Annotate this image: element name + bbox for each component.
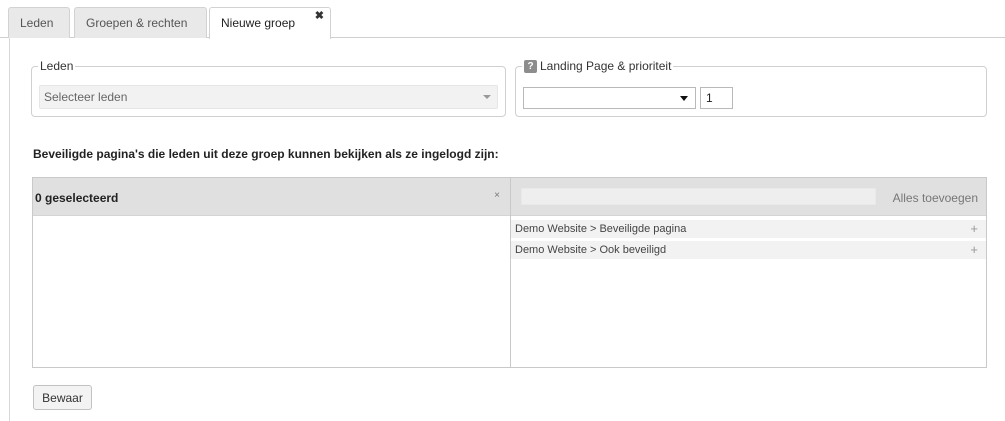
tab-groepen-rechten[interactable]: Groepen & rechten (74, 7, 207, 38)
tab-label: Leden (20, 16, 54, 30)
plus-icon[interactable]: + (970, 241, 978, 259)
list-item-label: Demo Website > Ook beveiligd (515, 244, 667, 256)
available-header: Alles toevoegen (511, 178, 986, 216)
list-item-label: Demo Website > Beveiligde pagina (515, 223, 687, 235)
secure-pages-title: Beveiligde pagina's die leden uit deze g… (33, 147, 499, 161)
landing-legend: ? Landing Page & prioriteit (522, 59, 674, 73)
available-list: Demo Website > Beveiligde pagina + Demo … (511, 217, 986, 259)
tab-nieuwe-groep[interactable]: Nieuwe groep ✖ (209, 7, 331, 39)
tab-leden[interactable]: Leden (8, 7, 70, 38)
dropdown-arrow-icon (680, 96, 688, 101)
secure-pages-multiselect: 0 geselecteerd × Alles toevoegen Demo We… (32, 177, 987, 368)
clear-icon[interactable]: × (494, 190, 500, 201)
close-tab-icon[interactable]: ✖ (315, 1, 324, 31)
landing-fieldset: ? Landing Page & prioriteit 1 (515, 59, 987, 117)
chevron-down-icon (483, 95, 491, 99)
select-leden-dropdown[interactable]: Selecteer leden (39, 85, 498, 109)
selected-count: 0 geselecteerd (35, 191, 119, 205)
save-button[interactable]: Bewaar (33, 385, 92, 410)
list-item[interactable]: Demo Website > Ook beveiligd + (511, 241, 986, 259)
tab-bar: Leden Groepen & rechten Nieuwe groep ✖ (0, 0, 1005, 39)
priority-input[interactable]: 1 (700, 87, 733, 109)
leden-legend: Leden (38, 59, 76, 73)
landing-legend-label: Landing Page & prioriteit (540, 59, 672, 73)
leden-fieldset: Leden Selecteer leden (31, 59, 506, 117)
available-search-input[interactable] (521, 188, 876, 205)
plus-icon[interactable]: + (970, 220, 978, 238)
tab-label: Groepen & rechten (86, 16, 188, 30)
add-all-link[interactable]: Alles toevoegen (893, 191, 978, 205)
select-leden-placeholder: Selecteer leden (44, 90, 128, 104)
landing-page-select[interactable] (523, 87, 696, 109)
list-item[interactable]: Demo Website > Beveiligde pagina + (511, 220, 986, 238)
selected-header: 0 geselecteerd × (33, 178, 510, 216)
help-icon[interactable]: ? (524, 59, 537, 73)
tab-label: Nieuwe groep (221, 16, 296, 30)
